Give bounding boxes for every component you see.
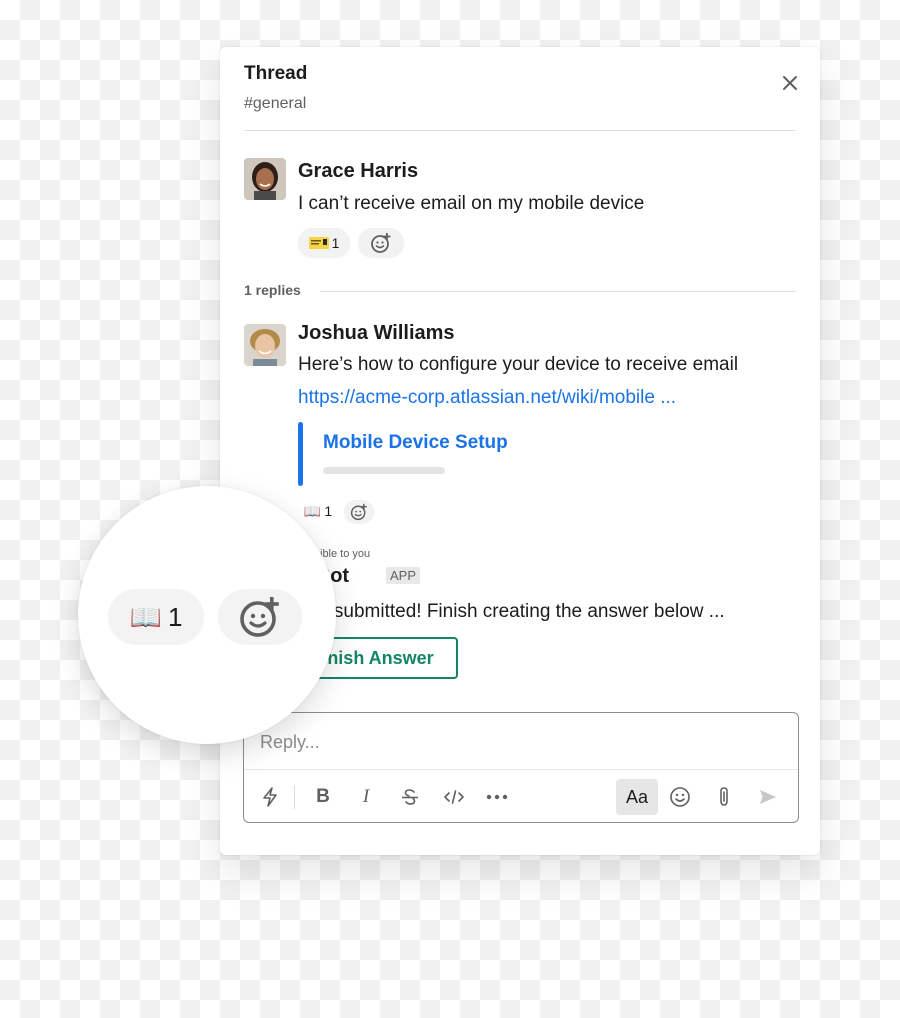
- book-emoji-icon: 📖: [129, 601, 162, 632]
- shortcuts-button[interactable]: [252, 779, 288, 815]
- book-emoji-icon: 📖: [303, 502, 322, 519]
- attachment-preview-placeholder: [323, 467, 445, 474]
- code-button[interactable]: [436, 779, 472, 815]
- reaction-count: 1: [331, 235, 340, 251]
- bot-message-text: wer submitted! Finish creating the answe…: [298, 601, 725, 622]
- header-divider: [244, 130, 796, 131]
- app-badge: APP: [386, 567, 421, 584]
- toolbar-separator: [294, 785, 295, 809]
- strikethrough-button[interactable]: [392, 779, 428, 815]
- replies-count-label: 1 replies: [244, 282, 301, 298]
- italic-icon: I: [362, 786, 370, 807]
- reply-input[interactable]: Reply...: [260, 732, 320, 753]
- attach-button[interactable]: [706, 779, 742, 815]
- reply-composer: Reply... B I Aa: [243, 712, 799, 823]
- emoji-button[interactable]: [662, 779, 698, 815]
- ellipsis-icon: [486, 794, 508, 800]
- reaction-magnifier-callout: 📖 1: [78, 486, 336, 744]
- formatting-toggle-button[interactable]: Aa: [616, 779, 658, 815]
- magnified-reaction-count: 1: [167, 601, 183, 632]
- lightning-icon: [263, 787, 277, 807]
- message-text: I can’t receive email on my mobile devic…: [298, 193, 645, 214]
- attachment-accent-bar: [298, 422, 303, 486]
- message-author[interactable]: Grace Harris: [298, 160, 418, 183]
- attachment-title[interactable]: Mobile Device Setup: [323, 432, 508, 454]
- add-reaction-icon: [350, 503, 367, 521]
- composer-divider: [244, 769, 798, 770]
- message-link[interactable]: https://acme-corp.atlassian.net/wiki/mob…: [298, 387, 676, 409]
- thread-channel[interactable]: #general: [244, 95, 306, 113]
- reaction-count: 1: [324, 503, 333, 519]
- avatar[interactable]: [244, 158, 286, 200]
- avatar[interactable]: [244, 324, 286, 366]
- bold-button[interactable]: B: [305, 779, 341, 815]
- close-icon: [783, 76, 797, 90]
- magnified-reaction-pill[interactable]: 📖 1: [108, 589, 204, 645]
- strikethrough-icon: [402, 789, 418, 805]
- italic-button[interactable]: I: [348, 779, 384, 815]
- close-button[interactable]: [778, 71, 802, 95]
- code-icon: [444, 790, 464, 804]
- message-author[interactable]: Joshua Williams: [298, 322, 455, 345]
- send-icon: [760, 790, 776, 804]
- message-text: Here’s how to configure your device to r…: [298, 354, 739, 375]
- send-button[interactable]: [750, 779, 786, 815]
- thread-panel: Thread #general Grace Harris I can’t rec…: [220, 47, 820, 855]
- add-reaction-icon: [371, 233, 391, 253]
- more-formatting-button[interactable]: [479, 779, 515, 815]
- add-reaction-button[interactable]: [344, 500, 374, 524]
- format-label: Aa: [625, 786, 649, 807]
- magnified-add-reaction-button[interactable]: [218, 589, 302, 645]
- paperclip-icon: [720, 787, 728, 806]
- replies-divider: [320, 291, 796, 292]
- add-reaction-icon: [240, 597, 279, 637]
- reaction-pill[interactable]: 1: [298, 228, 350, 258]
- add-reaction-button[interactable]: [358, 228, 404, 258]
- emoji-icon: [670, 787, 690, 807]
- bold-icon: B: [316, 786, 330, 807]
- ticket-emoji-icon: [308, 237, 329, 249]
- thread-title: Thread: [244, 63, 308, 84]
- reaction-pill[interactable]: 📖 1: [300, 499, 336, 523]
